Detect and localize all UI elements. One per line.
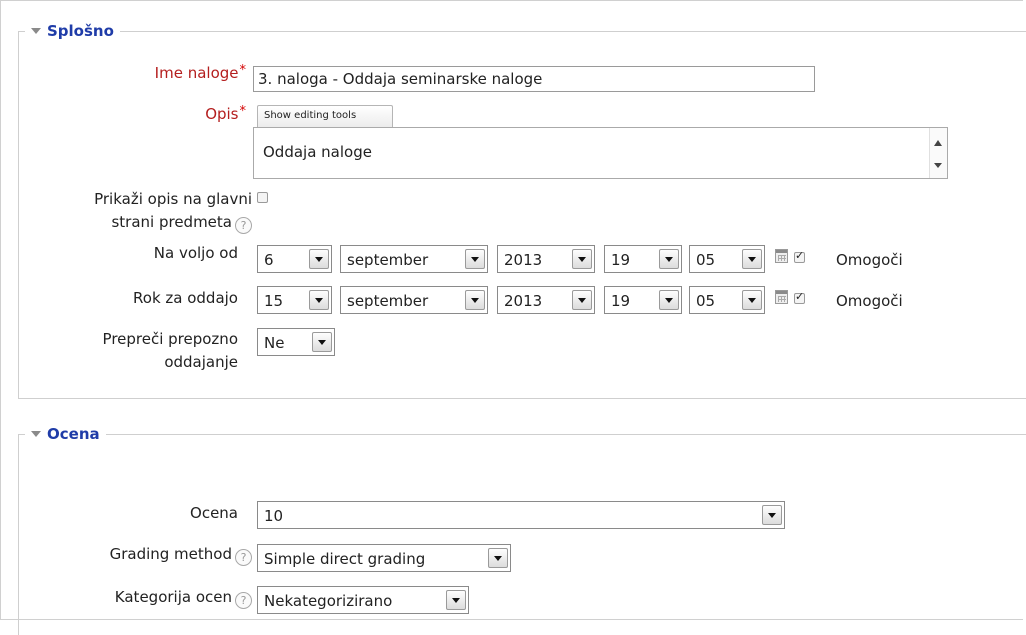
help-icon[interactable]: ?: [235, 592, 252, 609]
allow-from-minute-select[interactable]: 05: [689, 245, 765, 273]
show-editing-tools-button[interactable]: Show editing tools: [257, 105, 393, 127]
required-icon: *: [239, 63, 247, 78]
due-day-select[interactable]: 15: [257, 286, 332, 314]
allow-from-day-select[interactable]: 6: [257, 245, 332, 273]
name-field[interactable]: 3. naloga - Oddaja seminarske naloge: [253, 66, 815, 92]
grade-category-label: Kategorija ocen?: [20, 587, 252, 609]
description-editor[interactable]: Oddaja naloge: [253, 127, 948, 179]
due-minute-select[interactable]: 05: [689, 286, 765, 314]
dropdown-arrow-icon: [742, 290, 762, 310]
scroll-down-arrow-icon[interactable]: [934, 163, 942, 168]
due-year-select[interactable]: 2013: [497, 286, 595, 314]
dropdown-arrow-icon: [309, 290, 329, 310]
collapse-triangle-icon: [31, 430, 41, 437]
show-description-label: Prikaži opis na glavni: [94, 190, 252, 208]
grade-legend[interactable]: Ocena: [25, 425, 106, 443]
dropdown-arrow-icon: [572, 249, 592, 269]
allow-from-enable-checkbox[interactable]: [794, 249, 805, 263]
general-legend[interactable]: Splošno: [25, 22, 120, 40]
dropdown-arrow-icon: [659, 249, 679, 269]
help-icon[interactable]: ?: [235, 217, 252, 234]
allow-from-month-select[interactable]: september: [340, 245, 488, 273]
grade-category-select[interactable]: Nekategorizirano: [257, 586, 469, 614]
name-label: Ime naloge*: [154, 63, 247, 82]
collapse-triangle-icon: [31, 27, 41, 34]
allow-from-label: Na voljo od: [153, 244, 238, 262]
description-label: Opis*: [205, 104, 247, 123]
due-enable-checkbox[interactable]: [794, 290, 805, 304]
scroll-up-arrow-icon[interactable]: [934, 140, 942, 146]
show-description-checkbox[interactable]: [257, 192, 268, 203]
due-hour-select[interactable]: 19: [604, 286, 682, 314]
editor-scrollbar[interactable]: [929, 128, 947, 178]
dropdown-arrow-icon: [572, 290, 592, 310]
allow-from-hour-select[interactable]: 19: [604, 245, 682, 273]
dropdown-arrow-icon: [309, 249, 329, 269]
grading-method-select[interactable]: Simple direct grading: [257, 544, 511, 572]
prevent-late-label-2: oddajanje: [164, 353, 238, 371]
grade-select[interactable]: 10: [257, 501, 785, 529]
allow-from-enable-label: Omogoči: [836, 251, 903, 269]
due-month-select[interactable]: september: [340, 286, 488, 314]
prevent-late-label: Prepreči prepozno: [102, 330, 238, 348]
dropdown-arrow-icon: [488, 548, 508, 568]
due-date-label: Rok za oddajo: [133, 289, 238, 307]
dropdown-arrow-icon: [742, 249, 762, 269]
dropdown-arrow-icon: [465, 290, 485, 310]
required-icon: *: [239, 104, 247, 119]
dropdown-arrow-icon: [446, 590, 466, 610]
help-icon[interactable]: ?: [235, 549, 252, 566]
grade-label: Ocena: [190, 504, 238, 522]
dropdown-arrow-icon: [312, 332, 332, 352]
allow-from-year-select[interactable]: 2013: [497, 245, 595, 273]
calendar-icon[interactable]: [775, 290, 788, 304]
grading-method-label: Grading method?: [20, 544, 252, 566]
dropdown-arrow-icon: [762, 505, 782, 525]
dropdown-arrow-icon: [465, 249, 485, 269]
show-description-label-2: strani predmeta?: [20, 212, 252, 234]
calendar-icon[interactable]: [775, 249, 788, 263]
description-text: Oddaja naloge: [263, 143, 372, 161]
dropdown-arrow-icon: [659, 290, 679, 310]
prevent-late-select[interactable]: Ne: [257, 328, 335, 356]
due-enable-label: Omogoči: [836, 292, 903, 310]
